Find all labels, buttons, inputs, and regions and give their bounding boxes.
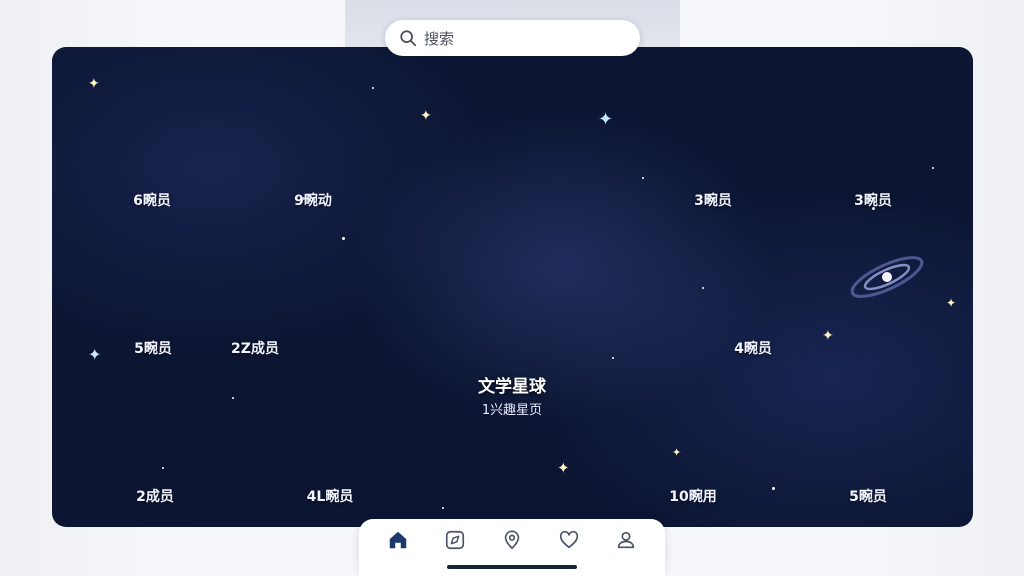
sparkle-star: ✦ bbox=[420, 108, 432, 124]
tab-explore[interactable] bbox=[443, 528, 467, 552]
planet-label: 4L畹员 bbox=[306, 489, 354, 505]
planet-label: 4畹员 bbox=[734, 341, 772, 357]
home-icon bbox=[389, 531, 407, 549]
star-dot bbox=[372, 87, 374, 89]
star-dot bbox=[342, 237, 345, 240]
star-dot bbox=[612, 357, 614, 359]
tab-location[interactable] bbox=[500, 528, 524, 552]
compass-icon bbox=[445, 530, 465, 550]
planet-label: 5畹员 bbox=[849, 489, 887, 505]
planet-label: 9畹动 bbox=[294, 193, 332, 209]
user-icon bbox=[617, 531, 635, 549]
planet-label: 10畹用 bbox=[669, 489, 717, 505]
center-planet-title: 文学星球 bbox=[478, 377, 546, 397]
bottom-tab-bar bbox=[359, 519, 665, 576]
galaxy-icon bbox=[850, 256, 924, 298]
search-icon bbox=[400, 30, 417, 47]
sparkle-star: ✦ bbox=[88, 76, 100, 92]
search-placeholder: 搜索 bbox=[424, 29, 455, 48]
planet-label: 2成员 bbox=[136, 489, 174, 505]
center-planet-subtitle: 1兴趣星页 bbox=[481, 403, 543, 418]
planet-label: 3畹员 bbox=[694, 193, 732, 209]
sparkle-star: ✦ bbox=[557, 459, 570, 477]
search-bar[interactable]: 搜索 bbox=[385, 20, 640, 56]
home-indicator bbox=[447, 565, 577, 569]
sparkle-star: ✦ bbox=[946, 296, 957, 310]
star-dot bbox=[442, 507, 444, 509]
sparkle-star: ✦ bbox=[822, 328, 834, 344]
tab-home[interactable] bbox=[386, 528, 410, 552]
camera-icon bbox=[466, 213, 558, 285]
tab-profile[interactable] bbox=[614, 528, 638, 552]
star-dot bbox=[772, 487, 775, 490]
planet-label: 6畹员 bbox=[133, 193, 171, 209]
heart-icon bbox=[559, 530, 579, 549]
star-dot bbox=[932, 167, 934, 169]
planet-label: 2Z成员 bbox=[231, 341, 279, 357]
star-dot bbox=[702, 287, 704, 289]
sparkle-star: ✦ bbox=[598, 109, 614, 130]
planet-label: 3畹员 bbox=[854, 193, 892, 209]
tab-favorites[interactable] bbox=[557, 528, 581, 552]
location-icon bbox=[504, 530, 520, 550]
book-icon bbox=[129, 117, 175, 153]
